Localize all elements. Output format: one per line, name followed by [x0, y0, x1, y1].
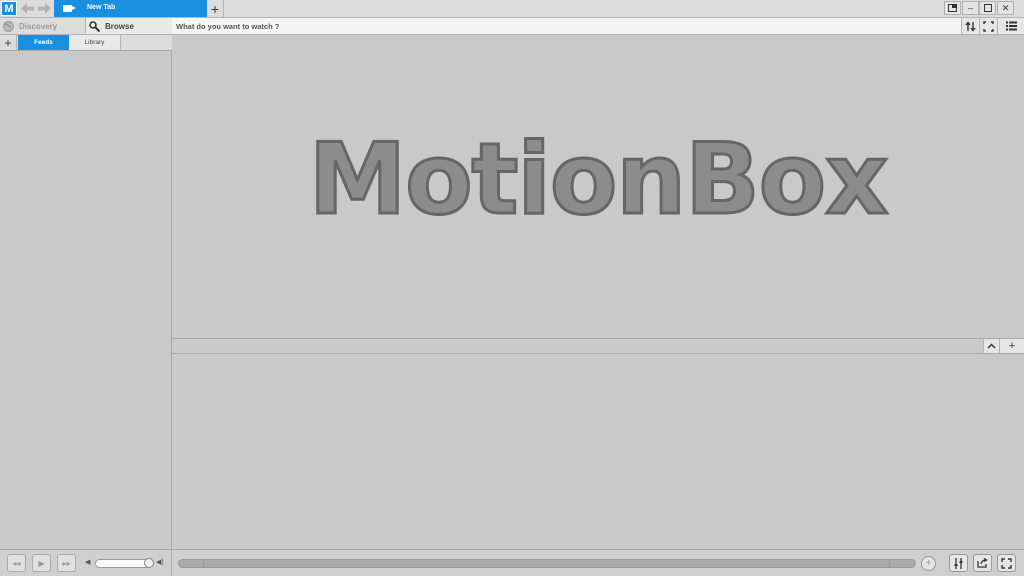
search-input[interactable]: [172, 18, 961, 35]
fullscreen-icon: [1001, 557, 1012, 569]
add-button[interactable]: +: [999, 339, 1024, 353]
tab-new-tab[interactable]: New Tab: [54, 0, 207, 17]
previous-button[interactable]: ◂◂: [7, 554, 26, 572]
seek-end-marker: [889, 560, 890, 567]
restore-icon: [948, 4, 957, 12]
minimize-icon: –: [967, 3, 973, 13]
list-view-button[interactable]: [997, 18, 1024, 35]
restore-button[interactable]: [944, 1, 961, 15]
volume-slider-handle[interactable]: [144, 558, 154, 568]
close-icon: ✕: [1001, 2, 1010, 13]
nav-browse-label: Browse: [105, 22, 134, 31]
seek-bar[interactable]: [178, 559, 916, 568]
nav-discovery-label: Discovery: [19, 22, 58, 31]
tab-bar: M New Tab + – ✕: [0, 0, 1024, 18]
minimize-button[interactable]: –: [962, 1, 979, 15]
lower-panel: [172, 354, 1024, 549]
tab-library[interactable]: Library: [69, 35, 121, 50]
fast-forward-icon: ▸▸: [62, 558, 71, 568]
chevron-up-icon: [987, 343, 996, 349]
nav-browse[interactable]: Browse: [85, 18, 172, 35]
app-logo[interactable]: M: [1, 1, 17, 16]
sliders-icon: [954, 557, 963, 569]
play-icon: ▶: [38, 558, 45, 568]
feed-subtabs: + Feeds Library: [0, 35, 172, 51]
maximize-button[interactable]: [979, 1, 996, 15]
maximize-icon: [983, 4, 992, 12]
main-content: MotionBox: [172, 36, 1024, 338]
forward-arrow-icon[interactable]: [36, 1, 52, 16]
equalizer-button[interactable]: [949, 554, 968, 572]
seek-start-marker: [203, 560, 204, 567]
search-icon: [89, 21, 100, 32]
plus-circle-icon: +: [925, 558, 932, 569]
volume-low-icon: ◀: [85, 559, 91, 566]
bar-separator: [171, 550, 172, 576]
plus-icon: +: [1008, 340, 1016, 352]
video-camera-icon: [63, 5, 76, 12]
new-tab-button[interactable]: +: [207, 0, 224, 17]
share-button[interactable]: [973, 554, 992, 572]
play-button[interactable]: ▶: [32, 554, 51, 572]
expand-icon: [983, 20, 994, 32]
list-icon: [1005, 21, 1017, 31]
tab-feeds[interactable]: Feeds: [18, 35, 69, 50]
next-button[interactable]: ▸▸: [57, 554, 76, 572]
tab-label: New Tab: [87, 4, 116, 11]
player-bar: ◂◂ ▶ ▸▸ ◀ ◀) +: [0, 549, 1024, 576]
motionbox-logo-title: MotionBox: [307, 123, 890, 237]
add-circle-button[interactable]: +: [921, 556, 936, 571]
grid-view-button[interactable]: [979, 18, 997, 35]
globe-icon: [3, 21, 14, 32]
collapse-button[interactable]: [983, 339, 999, 353]
sort-button[interactable]: [961, 18, 979, 35]
plus-icon: +: [4, 35, 12, 50]
fullscreen-button[interactable]: [997, 554, 1016, 572]
rewind-icon: ◂◂: [12, 558, 21, 568]
close-button[interactable]: ✕: [997, 1, 1014, 15]
nav-discovery[interactable]: Discovery: [0, 18, 85, 35]
search-bar: [172, 18, 961, 35]
sidebar: Discovery Browse + Feeds Library: [0, 18, 172, 549]
plus-icon: +: [210, 0, 220, 17]
volume-high-icon: ◀): [156, 559, 164, 566]
add-feed-button[interactable]: +: [0, 35, 17, 50]
share-icon: [977, 558, 988, 568]
panel-divider: +: [172, 338, 1024, 354]
swap-arrows-icon: [965, 20, 976, 32]
back-arrow-icon[interactable]: [19, 1, 35, 16]
